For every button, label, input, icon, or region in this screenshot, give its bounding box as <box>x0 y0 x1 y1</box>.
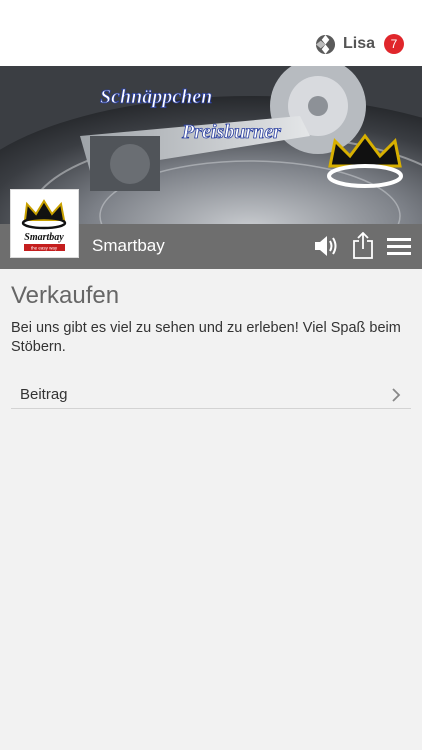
logo-tagline: the easy way <box>31 246 58 251</box>
volume-icon[interactable] <box>312 232 340 260</box>
app-name: Smartbay <box>92 236 165 255</box>
share-icon[interactable] <box>351 232 375 260</box>
top-user-bar: Lisa 7 <box>0 0 422 66</box>
chevron-right-icon <box>392 388 401 402</box>
page-title: Verkaufen <box>11 282 120 309</box>
list-item-beitrag[interactable]: Beitrag <box>11 381 411 409</box>
page-description: Bei uns gibt es viel zu sehen und zu erl… <box>11 320 401 355</box>
menu-icon[interactable] <box>386 232 412 260</box>
list-item-label[interactable]: Beitrag <box>20 386 68 403</box>
app-logo[interactable]: Smartbay the easy way <box>10 189 79 258</box>
banner-line2: Preisburner <box>181 121 281 143</box>
logo-text: Smartbay <box>24 232 64 243</box>
user-name[interactable]: Lisa <box>343 35 375 53</box>
user-logo-icon <box>315 34 336 54</box>
notification-badge[interactable]: 7 <box>384 34 404 54</box>
page-content: Verkaufen Bei uns gibt es viel zu sehen … <box>11 282 411 357</box>
user-chip[interactable]: Lisa 7 <box>315 31 404 57</box>
banner-line1: Schnäppchen <box>100 86 212 108</box>
